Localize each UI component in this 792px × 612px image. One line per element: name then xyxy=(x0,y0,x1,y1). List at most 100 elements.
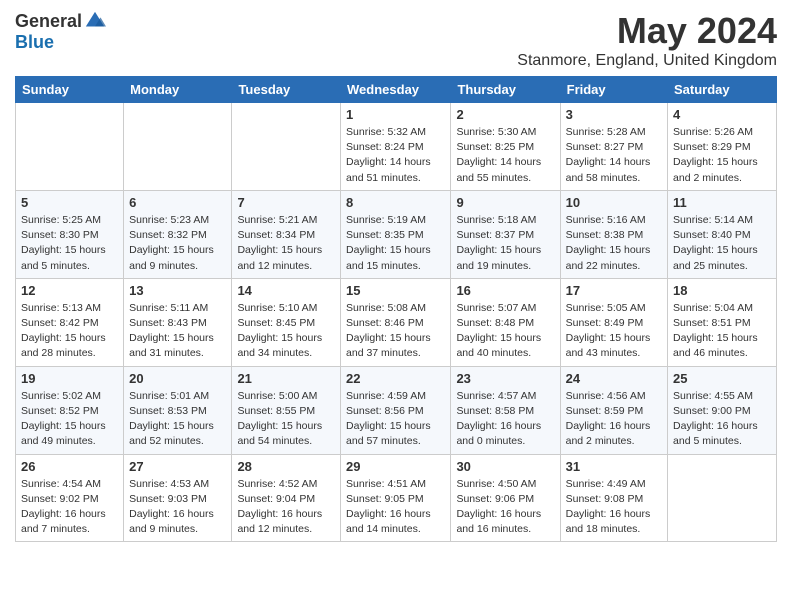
cell-info: Sunrise: 4:56 AM Sunset: 8:59 PM Dayligh… xyxy=(566,389,662,450)
calendar-cell: 9 Sunrise: 5:18 AM Sunset: 8:37 PM Daylig… xyxy=(451,190,560,278)
day-header-friday: Friday xyxy=(560,77,667,103)
calendar-cell: 2Sunrise: 5:30 AM Sunset: 8:25 PM Daylig… xyxy=(451,103,560,191)
calendar-cell: 29Sunrise: 4:51 AM Sunset: 9:05 PM Dayli… xyxy=(341,454,451,542)
calendar-cell xyxy=(668,454,777,542)
cell-date: 7 xyxy=(237,195,335,210)
cell-info: Sunrise: 5:25 AM Sunset: 8:30 PM Dayligh… xyxy=(21,213,118,274)
cell-date: 28 xyxy=(237,459,335,474)
logo-blue-text: Blue xyxy=(15,32,54,53)
calendar-cell: 24Sunrise: 4:56 AM Sunset: 8:59 PM Dayli… xyxy=(560,366,667,454)
calendar-cell: 26 Sunrise: 4:54 AM Sunset: 9:02 PM Dayli… xyxy=(16,454,124,542)
cell-info: Sunrise: 5:23 AM Sunset: 8:32 PM Dayligh… xyxy=(129,213,226,274)
logo: General Blue xyxy=(15,10,106,53)
calendar-cell: 11Sunrise: 5:14 AM Sunset: 8:40 PM Dayli… xyxy=(668,190,777,278)
calendar-cell xyxy=(16,103,124,191)
cell-date: 23 xyxy=(456,371,554,386)
cell-info: Sunrise: 5:16 AM Sunset: 8:38 PM Dayligh… xyxy=(566,213,662,274)
calendar-cell: 5 Sunrise: 5:25 AM Sunset: 8:30 PM Daylig… xyxy=(16,190,124,278)
cell-info: Sunrise: 5:28 AM Sunset: 8:27 PM Dayligh… xyxy=(566,125,662,186)
calendar-week-5: 26 Sunrise: 4:54 AM Sunset: 9:02 PM Dayli… xyxy=(16,454,777,542)
day-header-wednesday: Wednesday xyxy=(341,77,451,103)
cell-date: 16 xyxy=(456,283,554,298)
cell-info: Sunrise: 4:59 AM Sunset: 8:56 PM Dayligh… xyxy=(346,389,445,450)
cell-date: 12 xyxy=(21,283,118,298)
cell-date: 20 xyxy=(129,371,226,386)
cell-info: Sunrise: 5:04 AM Sunset: 8:51 PM Dayligh… xyxy=(673,301,771,362)
calendar-cell: 1 Sunrise: 5:32 AM Sunset: 8:24 PM Daylig… xyxy=(341,103,451,191)
cell-info: Sunrise: 5:14 AM Sunset: 8:40 PM Dayligh… xyxy=(673,213,771,274)
cell-date: 14 xyxy=(237,283,335,298)
calendar-cell: 14 Sunrise: 5:10 AM Sunset: 8:45 PM Dayli… xyxy=(232,278,341,366)
cell-info: Sunrise: 4:49 AM Sunset: 9:08 PM Dayligh… xyxy=(566,477,662,538)
cell-date: 31 xyxy=(566,459,662,474)
calendar-cell: 25Sunrise: 4:55 AM Sunset: 9:00 PM Dayli… xyxy=(668,366,777,454)
cell-date: 13 xyxy=(129,283,226,298)
cell-info: Sunrise: 5:02 AM Sunset: 8:52 PM Dayligh… xyxy=(21,389,118,450)
cell-date: 21 xyxy=(237,371,335,386)
calendar-cell: 10Sunrise: 5:16 AM Sunset: 8:38 PM Dayli… xyxy=(560,190,667,278)
title-area: May 2024 Stanmore, England, United Kingd… xyxy=(517,10,777,70)
calendar-week-3: 12 Sunrise: 5:13 AM Sunset: 8:42 PM Dayli… xyxy=(16,278,777,366)
cell-info: Sunrise: 5:18 AM Sunset: 8:37 PM Dayligh… xyxy=(456,213,554,274)
logo-general-text: General xyxy=(15,11,82,32)
cell-info: Sunrise: 5:10 AM Sunset: 8:45 PM Dayligh… xyxy=(237,301,335,362)
cell-date: 5 xyxy=(21,195,118,210)
day-header-sunday: Sunday xyxy=(16,77,124,103)
calendar-cell: 13 Sunrise: 5:11 AM Sunset: 8:43 PM Dayli… xyxy=(124,278,232,366)
calendar-cell: 15Sunrise: 5:08 AM Sunset: 8:46 PM Dayli… xyxy=(341,278,451,366)
calendar-cell: 3 Sunrise: 5:28 AM Sunset: 8:27 PM Daylig… xyxy=(560,103,667,191)
day-header-saturday: Saturday xyxy=(668,77,777,103)
cell-date: 6 xyxy=(129,195,226,210)
calendar-cell: 18 Sunrise: 5:04 AM Sunset: 8:51 PM Dayli… xyxy=(668,278,777,366)
cell-date: 17 xyxy=(566,283,662,298)
calendar-week-1: 1 Sunrise: 5:32 AM Sunset: 8:24 PM Daylig… xyxy=(16,103,777,191)
main-title: May 2024 xyxy=(517,10,777,52)
calendar-cell: 17 Sunrise: 5:05 AM Sunset: 8:49 PM Dayli… xyxy=(560,278,667,366)
cell-date: 18 xyxy=(673,283,771,298)
cell-info: Sunrise: 5:07 AM Sunset: 8:48 PM Dayligh… xyxy=(456,301,554,362)
cell-date: 30 xyxy=(456,459,554,474)
calendar: SundayMondayTuesdayWednesdayThursdayFrid… xyxy=(15,76,777,542)
cell-date: 22 xyxy=(346,371,445,386)
cell-date: 4 xyxy=(673,107,771,122)
cell-info: Sunrise: 5:00 AM Sunset: 8:55 PM Dayligh… xyxy=(237,389,335,450)
cell-date: 29 xyxy=(346,459,445,474)
cell-info: Sunrise: 5:05 AM Sunset: 8:49 PM Dayligh… xyxy=(566,301,662,362)
cell-date: 8 xyxy=(346,195,445,210)
calendar-header-row: SundayMondayTuesdayWednesdayThursdayFrid… xyxy=(16,77,777,103)
cell-info: Sunrise: 4:53 AM Sunset: 9:03 PM Dayligh… xyxy=(129,477,226,538)
cell-info: Sunrise: 5:01 AM Sunset: 8:53 PM Dayligh… xyxy=(129,389,226,450)
cell-info: Sunrise: 5:32 AM Sunset: 8:24 PM Dayligh… xyxy=(346,125,445,186)
calendar-week-4: 19Sunrise: 5:02 AM Sunset: 8:52 PM Dayli… xyxy=(16,366,777,454)
cell-info: Sunrise: 5:26 AM Sunset: 8:29 PM Dayligh… xyxy=(673,125,771,186)
calendar-cell: 23 Sunrise: 4:57 AM Sunset: 8:58 PM Dayli… xyxy=(451,366,560,454)
cell-date: 3 xyxy=(566,107,662,122)
calendar-cell: 30 Sunrise: 4:50 AM Sunset: 9:06 PM Dayli… xyxy=(451,454,560,542)
day-header-monday: Monday xyxy=(124,77,232,103)
cell-info: Sunrise: 5:11 AM Sunset: 8:43 PM Dayligh… xyxy=(129,301,226,362)
cell-date: 25 xyxy=(673,371,771,386)
cell-info: Sunrise: 4:57 AM Sunset: 8:58 PM Dayligh… xyxy=(456,389,554,450)
cell-date: 9 xyxy=(456,195,554,210)
calendar-cell: 28 Sunrise: 4:52 AM Sunset: 9:04 PM Dayli… xyxy=(232,454,341,542)
calendar-cell: 21 Sunrise: 5:00 AM Sunset: 8:55 PM Dayli… xyxy=(232,366,341,454)
cell-info: Sunrise: 4:54 AM Sunset: 9:02 PM Dayligh… xyxy=(21,477,118,538)
cell-info: Sunrise: 5:30 AM Sunset: 8:25 PM Dayligh… xyxy=(456,125,554,186)
calendar-cell: 16 Sunrise: 5:07 AM Sunset: 8:48 PM Dayli… xyxy=(451,278,560,366)
calendar-cell: 31 Sunrise: 4:49 AM Sunset: 9:08 PM Dayli… xyxy=(560,454,667,542)
cell-date: 27 xyxy=(129,459,226,474)
calendar-cell: 4 Sunrise: 5:26 AM Sunset: 8:29 PM Daylig… xyxy=(668,103,777,191)
calendar-cell: 27 Sunrise: 4:53 AM Sunset: 9:03 PM Dayli… xyxy=(124,454,232,542)
cell-date: 1 xyxy=(346,107,445,122)
calendar-week-2: 5 Sunrise: 5:25 AM Sunset: 8:30 PM Daylig… xyxy=(16,190,777,278)
cell-info: Sunrise: 4:50 AM Sunset: 9:06 PM Dayligh… xyxy=(456,477,554,538)
subtitle: Stanmore, England, United Kingdom xyxy=(517,52,777,70)
cell-info: Sunrise: 4:52 AM Sunset: 9:04 PM Dayligh… xyxy=(237,477,335,538)
cell-info: Sunrise: 5:13 AM Sunset: 8:42 PM Dayligh… xyxy=(21,301,118,362)
calendar-cell: 7Sunrise: 5:21 AM Sunset: 8:34 PM Daylig… xyxy=(232,190,341,278)
logo-icon xyxy=(84,10,106,32)
cell-date: 26 xyxy=(21,459,118,474)
calendar-cell: 12 Sunrise: 5:13 AM Sunset: 8:42 PM Dayli… xyxy=(16,278,124,366)
day-header-thursday: Thursday xyxy=(451,77,560,103)
day-header-tuesday: Tuesday xyxy=(232,77,341,103)
